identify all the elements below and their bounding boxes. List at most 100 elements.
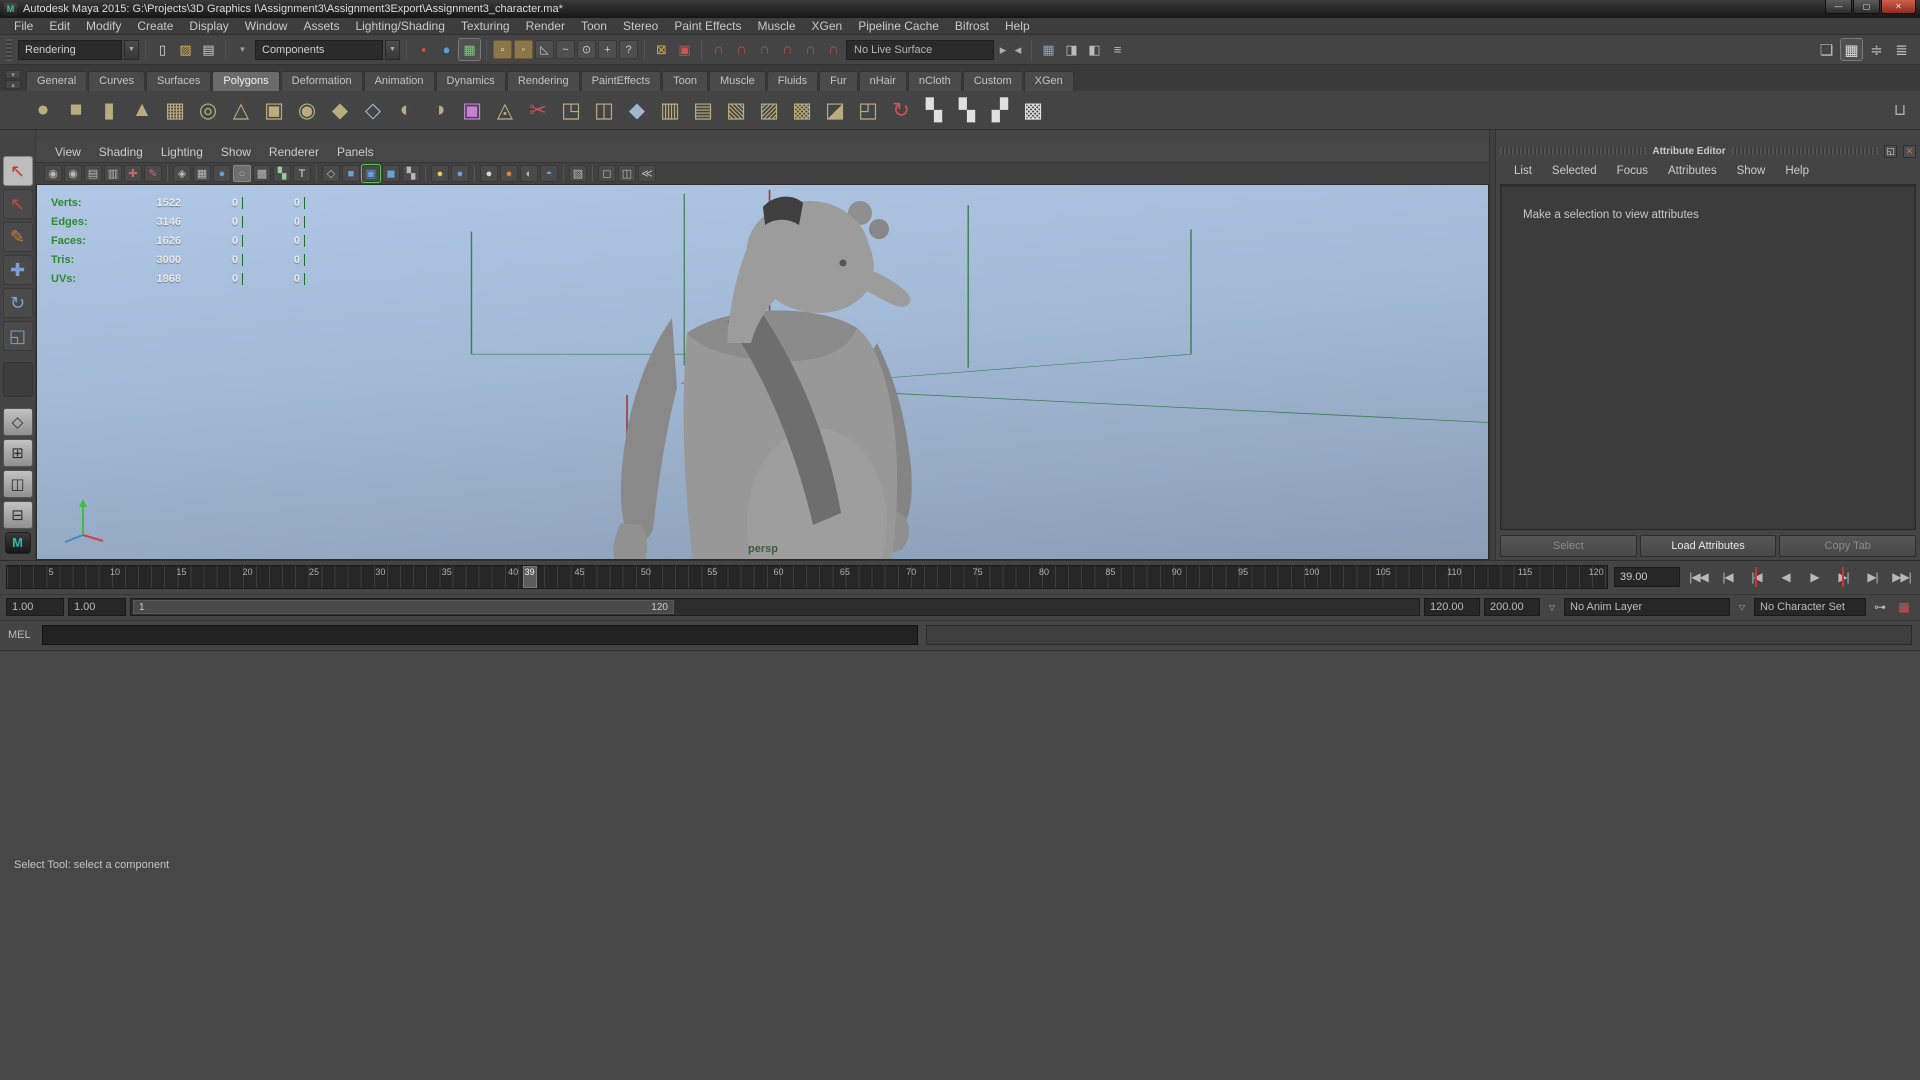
menu-item[interactable]: Paint Effects	[666, 19, 749, 33]
anim-layer-dropdown-icon[interactable]: ▽	[1544, 599, 1560, 615]
step-back-key-button[interactable]: |◀	[1744, 566, 1769, 588]
shelf-tab[interactable]: Fluids	[767, 71, 818, 91]
separator[interactable]	[167, 166, 168, 182]
offset-edge-loop-icon[interactable]: ▧	[721, 95, 751, 125]
go-to-start-button[interactable]: |◀◀	[1686, 566, 1711, 588]
uv-editor-icon[interactable]: ▩	[1018, 95, 1048, 125]
cut-faces-icon[interactable]: ✂	[523, 95, 553, 125]
attribute-editor-menu-item[interactable]: List	[1504, 165, 1542, 177]
animation-start-field[interactable]: 1.00	[6, 598, 64, 616]
output-connections-icon[interactable]: ◂	[1011, 39, 1025, 60]
menu-item[interactable]: Stereo	[615, 19, 666, 33]
attribute-editor-toggle-icon[interactable]: ▦	[1841, 39, 1862, 60]
attribute-editor-grip[interactable]	[1732, 147, 1878, 155]
menu-item[interactable]: Pipeline Cache	[850, 19, 947, 33]
move-tool[interactable]: ✚	[3, 255, 33, 285]
menu-item[interactable]: Window	[237, 19, 296, 33]
panel-menu-item[interactable]: Panels	[328, 145, 383, 159]
lighting-icon[interactable]: ●	[431, 165, 449, 182]
separate-icon[interactable]: ◇	[358, 95, 388, 125]
select-misc-icon[interactable]: ?	[619, 40, 638, 59]
selection-mode-combo[interactable]: Components	[255, 40, 383, 60]
polygon-plane-icon[interactable]: ▦	[160, 95, 190, 125]
close-button[interactable]: ✕	[1881, 0, 1916, 14]
menu-set-arrow-icon[interactable]: ▼	[124, 40, 139, 60]
ui-elements-toggle-icon[interactable]: ❏	[1816, 39, 1837, 60]
highlight-selection-icon[interactable]: ▣	[674, 39, 695, 60]
bevel-icon[interactable]: ◆	[622, 95, 652, 125]
attribute-editor-menu-item[interactable]: Help	[1775, 165, 1819, 177]
film-gate-icon[interactable]: ▦	[193, 165, 211, 182]
attribute-editor-menu-item[interactable]: Attributes	[1658, 165, 1727, 177]
attribute-editor-titlebar[interactable]: Attribute Editor ◱ ✕	[1496, 142, 1920, 160]
material-override-icon[interactable]: ●	[500, 165, 518, 182]
tool-settings-toggle-icon[interactable]: ≑	[1866, 39, 1887, 60]
shelf-tab[interactable]: XGen	[1024, 71, 1074, 91]
paint-select-tool[interactable]: ✎	[3, 222, 33, 252]
snap-to-projected-center-icon[interactable]: ∩	[777, 39, 798, 60]
range-slider[interactable]: 1 120	[130, 598, 1420, 616]
select-faces-icon[interactable]: ◺	[535, 40, 554, 59]
separator[interactable]	[474, 166, 475, 182]
separator[interactable]	[316, 166, 317, 182]
field-chart-icon[interactable]: ▩	[253, 165, 271, 182]
menu-item[interactable]: Create	[129, 19, 181, 33]
panel-menu-item[interactable]: Renderer	[260, 145, 328, 159]
animation-end-field[interactable]: 200.00	[1484, 598, 1540, 616]
bridge-icon[interactable]: ◫	[589, 95, 619, 125]
shelf-tab[interactable]: Muscle	[709, 71, 766, 91]
channel-box-toggle-icon[interactable]: ≣	[1891, 39, 1912, 60]
step-back-frame-button[interactable]: |◀	[1715, 566, 1740, 588]
ipr-render-icon[interactable]: ◧	[1084, 39, 1105, 60]
panel-menu-item[interactable]: Lighting	[152, 145, 212, 159]
append-to-polygon-icon[interactable]: ▨	[754, 95, 784, 125]
separator[interactable]	[592, 166, 593, 182]
shelf-tab[interactable]: Surfaces	[146, 71, 211, 91]
selection-mode-arrow-icon[interactable]: ▼	[385, 40, 400, 60]
select-tool[interactable]: ↖	[3, 156, 33, 186]
polygon-pyramid-icon[interactable]: △	[226, 95, 256, 125]
attribute-editor-menu-item[interactable]: Selected	[1542, 165, 1607, 177]
attribute-editor-button[interactable]: Copy Tab	[1779, 535, 1916, 557]
polygon-cube-icon[interactable]: ■	[61, 95, 91, 125]
layout-single-pane[interactable]: ◇	[3, 408, 33, 436]
select-hulls-icon[interactable]: ~	[556, 40, 575, 59]
boolean-union-icon[interactable]: ◐	[391, 95, 421, 125]
sculpt-tool-icon[interactable]: ◉	[292, 95, 322, 125]
snap-to-grid-icon[interactable]: ∩	[708, 39, 729, 60]
uv-planar-projection-icon[interactable]: ▚	[919, 95, 949, 125]
layout-four-panes[interactable]: ⊞	[3, 439, 33, 467]
step-forward-frame-button[interactable]: ▶|	[1860, 566, 1885, 588]
layout-persp-outliner[interactable]: ◫	[3, 470, 33, 498]
menu-item[interactable]: Render	[518, 19, 573, 33]
wireframe-icon[interactable]: ◇	[322, 165, 340, 182]
boolean-difference-icon[interactable]: ◑	[424, 95, 454, 125]
polygon-sphere-icon[interactable]: ●	[28, 95, 58, 125]
select-object-icon[interactable]: ●	[436, 39, 457, 60]
default-material-icon[interactable]: ●	[480, 165, 498, 182]
shelf-tab[interactable]: nHair	[859, 71, 907, 91]
save-scene-icon[interactable]: ▤	[198, 39, 219, 60]
snap-to-view-plane-icon[interactable]: ∩	[800, 39, 821, 60]
polygon-cylinder-icon[interactable]: ▮	[94, 95, 124, 125]
shelf-tab[interactable]: PaintEffects	[581, 71, 662, 91]
shelf-tab[interactable]: General	[26, 71, 87, 91]
live-surface-field[interactable]: No Live Surface	[846, 40, 994, 60]
select-pivots-icon[interactable]: ⊙	[577, 40, 596, 59]
polygon-torus-icon[interactable]: ◎	[193, 95, 223, 125]
viewport-canvas[interactable]: Verts: 1522 0 0 Edges: 3146 0 0	[36, 184, 1489, 560]
textured-icon[interactable]: ◼	[382, 165, 400, 182]
lock-selection-icon[interactable]: ⊠	[651, 39, 672, 60]
menu-item[interactable]: Assets	[295, 19, 347, 33]
wireframe-on-shaded-icon[interactable]: ▣	[362, 165, 380, 182]
command-line-label[interactable]: MEL	[8, 629, 34, 641]
snap-to-curve-icon[interactable]: ∩	[731, 39, 752, 60]
anim-layer-field[interactable]: No Anim Layer	[1564, 598, 1730, 616]
select-points-icon[interactable]: ▫	[493, 40, 512, 59]
xray-icon[interactable]: ◐	[520, 165, 538, 182]
menu-item[interactable]: Display	[181, 19, 236, 33]
polygon-cone-icon[interactable]: ▲	[127, 95, 157, 125]
share-view-icon[interactable]: ≪	[638, 165, 656, 182]
shelf-tab-menu-icon[interactable]: ▾	[5, 70, 21, 79]
go-to-end-button[interactable]: ▶▶|	[1889, 566, 1914, 588]
